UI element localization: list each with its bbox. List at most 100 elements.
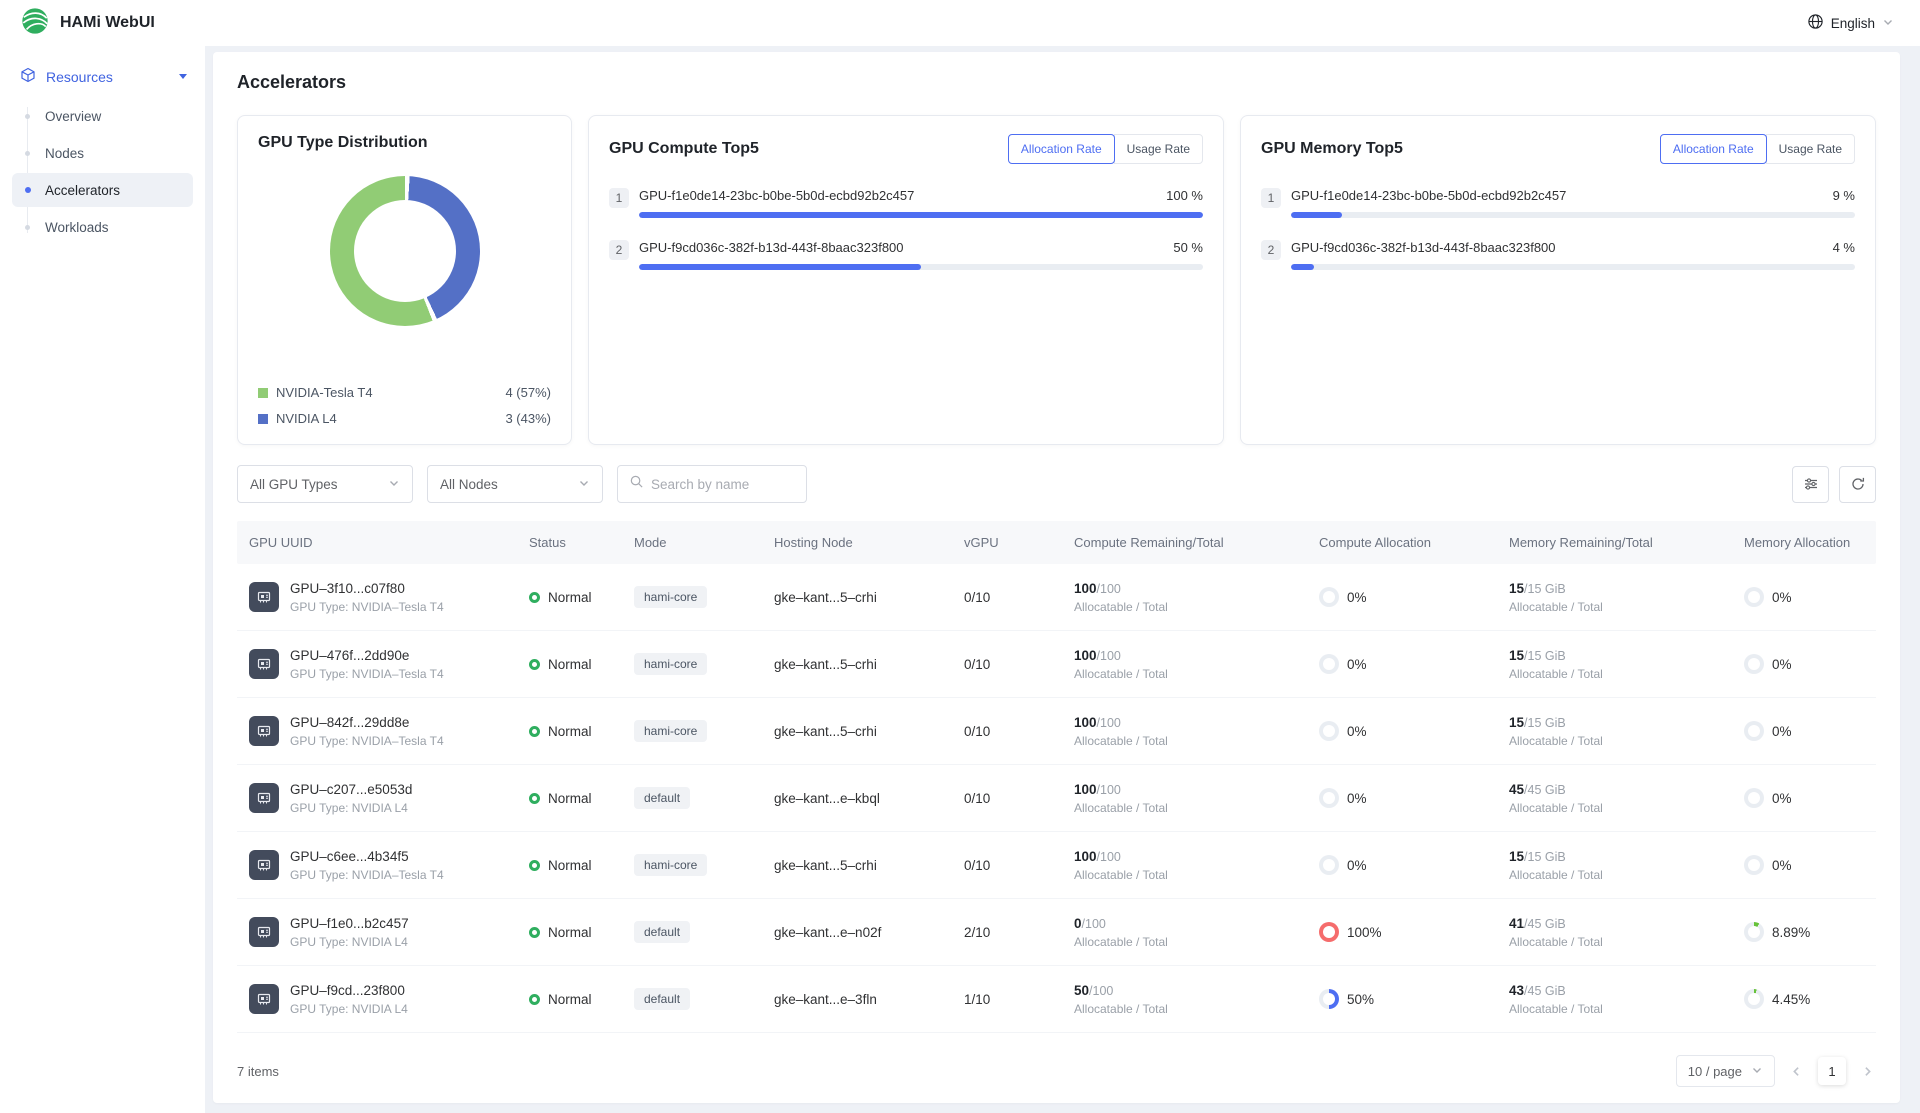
compute-total: /100 [1097, 582, 1121, 596]
compute-allocation-ring [1319, 587, 1339, 607]
allocation-rate-tab[interactable]: Allocation Rate [1660, 134, 1767, 164]
column-header: Compute Remaining/Total [1062, 521, 1307, 564]
memory-remaining: 15 [1509, 715, 1524, 730]
node-filter-value: All Nodes [440, 477, 498, 492]
sidebar-item[interactable]: Workloads [12, 210, 193, 244]
sidebar-item[interactable]: Accelerators [12, 173, 193, 207]
tree-dot-icon [25, 187, 31, 193]
vgpu-count: 0/10 [952, 657, 1062, 672]
memory-allocation-ring [1744, 721, 1764, 741]
accelerators-card: Accelerators GPU Type Distribution [213, 52, 1900, 1103]
gpu-chip-icon [249, 582, 279, 612]
gpu-chip-icon [249, 783, 279, 813]
memory-allocation-value: 0% [1772, 590, 1792, 605]
compute-allocation-ring [1319, 922, 1339, 942]
column-header: vGPU [952, 521, 1062, 564]
status-dot-icon [529, 592, 540, 603]
chevron-down-icon [1882, 16, 1894, 31]
memory-allocation-ring [1744, 654, 1764, 674]
legend-swatch [258, 414, 268, 424]
memory-remaining: 45 [1509, 782, 1524, 797]
table-row[interactable]: GPU–f9cd...23f800 GPU Type: NVIDIA L4 No… [237, 966, 1876, 1033]
table-row[interactable]: GPU–f1e0...b2c457 GPU Type: NVIDIA L4 No… [237, 899, 1876, 966]
rank-badge: 2 [1261, 240, 1281, 260]
status-label: Normal [548, 657, 592, 672]
gpu-type-label: GPU Type: NVIDIA L4 [290, 1002, 408, 1016]
table-row[interactable]: GPU–3f10...c07f80 GPU Type: NVIDIA–Tesla… [237, 564, 1876, 631]
chevron-down-icon [578, 477, 590, 492]
column-settings-button[interactable] [1792, 466, 1829, 503]
memory-allocation-ring [1744, 922, 1764, 942]
next-page-button[interactable] [1859, 1063, 1876, 1080]
allocatable-total-label: Allocatable / Total [1509, 935, 1603, 949]
column-header: Mode [622, 521, 762, 564]
gpu-chip-icon [249, 917, 279, 947]
items-count: 7 items [237, 1064, 279, 1079]
column-settings-icon [1803, 476, 1819, 492]
compute-allocation-value: 50% [1347, 992, 1374, 1007]
allocatable-total-label: Allocatable / Total [1509, 1002, 1603, 1016]
language-selector[interactable]: English [1807, 13, 1894, 33]
rate-toggle: Allocation Rate Usage Rate [1660, 134, 1855, 164]
search-input[interactable] [651, 477, 795, 492]
progress-bar [1291, 212, 1855, 218]
compute-remaining: 100 [1074, 849, 1097, 864]
table-row[interactable]: GPU–c6ee...4b34f5 GPU Type: NVIDIA–Tesla… [237, 832, 1876, 899]
app-title: HAMi WebUI [60, 14, 155, 32]
table-row[interactable]: GPU–c207...e5053d GPU Type: NVIDIA L4 No… [237, 765, 1876, 832]
usage-rate-tab[interactable]: Usage Rate [1114, 134, 1203, 164]
allocatable-total-label: Allocatable / Total [1509, 667, 1603, 681]
tree-dot-icon [25, 151, 30, 156]
compute-total: /100 [1097, 850, 1121, 864]
legend-label: NVIDIA L4 [276, 411, 337, 426]
panel-title: GPU Compute Top5 [609, 140, 759, 158]
memory-total: /45 GiB [1524, 783, 1566, 797]
rank-badge: 2 [609, 240, 629, 260]
compute-allocation-value: 0% [1347, 858, 1367, 873]
table-row[interactable]: GPU–476f...2dd90e GPU Type: NVIDIA–Tesla… [237, 631, 1876, 698]
gpu-name: GPU-f1e0de14-23bc-b0be-5b0d-ecbd92b2c457 [639, 188, 914, 203]
table-row[interactable]: GPU–842f...29dd8e GPU Type: NVIDIA–Tesla… [237, 698, 1876, 765]
allocation-rate-tab[interactable]: Allocation Rate [1008, 134, 1115, 164]
sidebar-item-label: Workloads [45, 220, 109, 235]
gpu-type-label: GPU Type: NVIDIA L4 [290, 801, 412, 815]
compute-remaining: 100 [1074, 581, 1097, 596]
status-dot-icon [529, 726, 540, 737]
gpu-uuid: GPU–c207...e5053d [290, 782, 412, 797]
gpu-type-filter[interactable]: All GPU Types [237, 465, 413, 503]
app-header: HAMi WebUI English [0, 0, 1920, 46]
sidebar-item[interactable]: Nodes [12, 136, 193, 170]
page-size-select[interactable]: 10 / page [1676, 1055, 1775, 1087]
status-label: Normal [548, 724, 592, 739]
refresh-button[interactable] [1839, 466, 1876, 503]
app-logo-icon [20, 6, 50, 41]
gpu-type-label: GPU Type: NVIDIA–Tesla T4 [290, 667, 444, 681]
allocatable-total-label: Allocatable / Total [1074, 1002, 1168, 1016]
compute-allocation-value: 100% [1347, 925, 1382, 940]
vgpu-count: 1/10 [952, 992, 1062, 1007]
usage-rate-tab[interactable]: Usage Rate [1766, 134, 1855, 164]
memory-allocation-ring [1744, 788, 1764, 808]
page-title: Accelerators [237, 72, 1876, 93]
page-number[interactable]: 1 [1818, 1057, 1846, 1085]
prev-page-button[interactable] [1788, 1063, 1805, 1080]
rate-toggle: Allocation Rate Usage Rate [1008, 134, 1203, 164]
percent-value: 4 % [1833, 240, 1855, 255]
compute-total: /100 [1082, 917, 1106, 931]
hosting-node: gke–kant...5–crhi [762, 724, 952, 739]
gpu-uuid: GPU–f1e0...b2c457 [290, 916, 409, 931]
allocatable-total-label: Allocatable / Total [1509, 734, 1603, 748]
search-icon [629, 474, 644, 494]
chevron-down-icon [1751, 1064, 1763, 1079]
status-dot-icon [529, 994, 540, 1005]
node-filter[interactable]: All Nodes [427, 465, 603, 503]
tree-dot-icon [25, 225, 30, 230]
gpu-chip-icon [249, 716, 279, 746]
hosting-node: gke–kant...e–3fln [762, 992, 952, 1007]
donut-legend: NVIDIA-Tesla T4 4 (57%) NVIDIA L4 3 (43%… [258, 385, 551, 426]
memory-total: /15 GiB [1524, 716, 1566, 730]
gpu-memory-top5-panel: GPU Memory Top5 Allocation Rate Usage Ra… [1240, 115, 1876, 445]
sidebar-item[interactable]: Overview [12, 99, 193, 133]
sidebar-section-resources[interactable]: Resources [0, 58, 205, 95]
sidebar-menu: Overview Nodes Accelerators Work [0, 99, 205, 247]
